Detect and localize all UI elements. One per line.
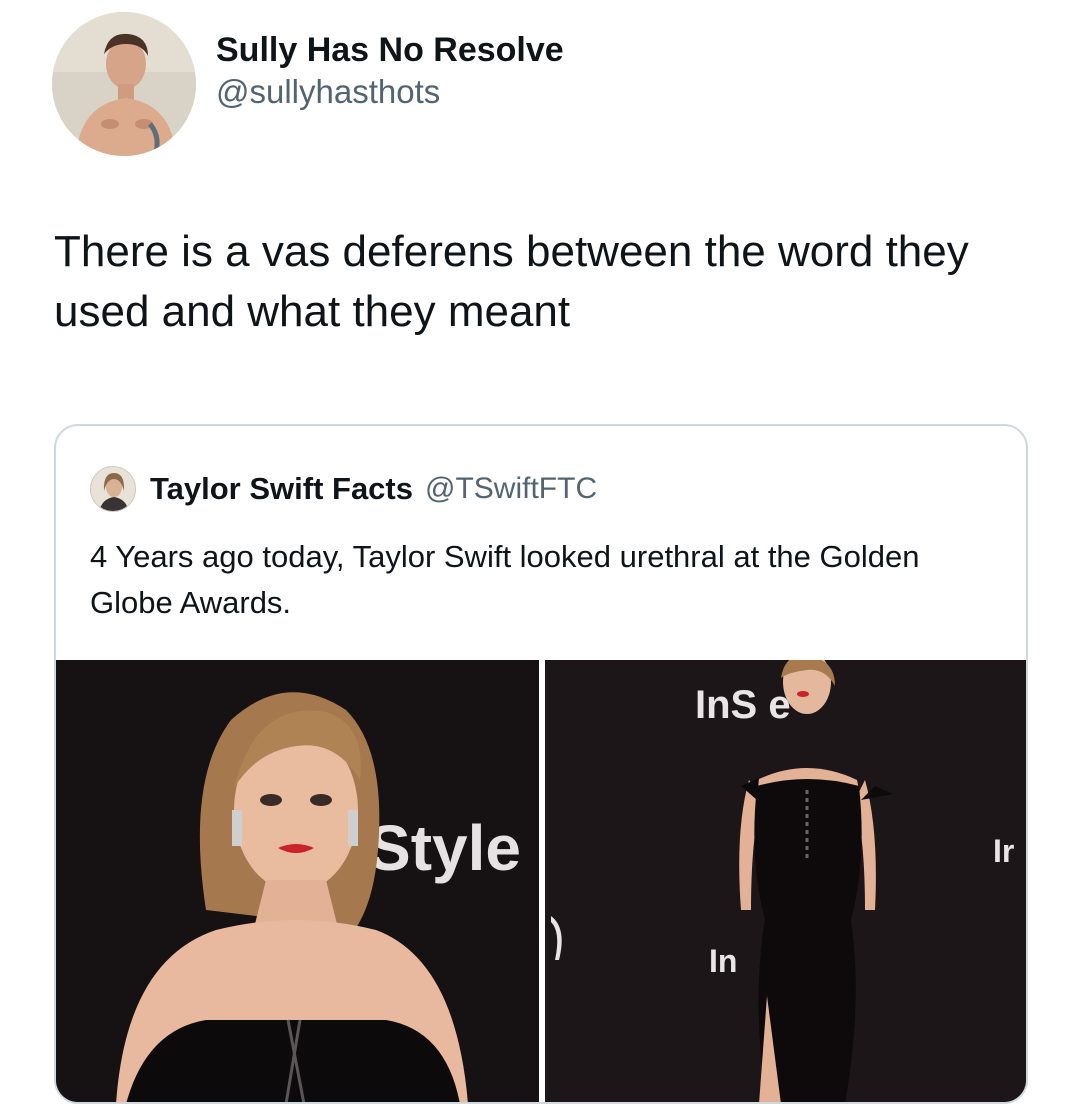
- quoted-author-display-name[interactable]: Taylor Swift Facts: [150, 471, 413, 507]
- quoted-tweet-header: Taylor Swift Facts @TSwiftFTC: [90, 466, 597, 512]
- quoted-author-handle[interactable]: @TSwiftFTC: [425, 472, 597, 506]
- portrait-photo: Style le: [56, 660, 539, 1102]
- profile-photo-icon: [91, 467, 135, 511]
- backdrop-logo-text-3: Ir: [993, 833, 1014, 869]
- tweet-text: There is a vas deferens between the word…: [54, 227, 969, 336]
- backdrop-logo-text: Style: [368, 812, 521, 884]
- quoted-author-avatar[interactable]: [90, 466, 136, 512]
- quoted-tweet-card[interactable]: Taylor Swift Facts @TSwiftFTC 4 Years ag…: [54, 424, 1028, 1104]
- media-photo-right[interactable]: InS e Ir In: [545, 660, 1026, 1102]
- tweet-header: Sully Has No Resolve @sullyhasthots: [52, 12, 564, 156]
- profile-photo-icon: [52, 12, 196, 156]
- quoted-tweet-text: 4 Years ago today, Taylor Swift looked u…: [90, 539, 920, 620]
- author-avatar[interactable]: [52, 12, 196, 156]
- author-display-name[interactable]: Sully Has No Resolve: [216, 29, 564, 71]
- media-photo-left[interactable]: Style le: [56, 660, 539, 1102]
- full-length-photo: InS e Ir In: [545, 660, 1026, 1102]
- backdrop-logo-text: InS e: [695, 683, 791, 727]
- author-handle[interactable]: @sullyhasthots: [216, 71, 564, 113]
- backdrop-logo-text-2: In: [709, 943, 737, 979]
- quoted-tweet-media: Style le InS e Ir: [56, 660, 1026, 1102]
